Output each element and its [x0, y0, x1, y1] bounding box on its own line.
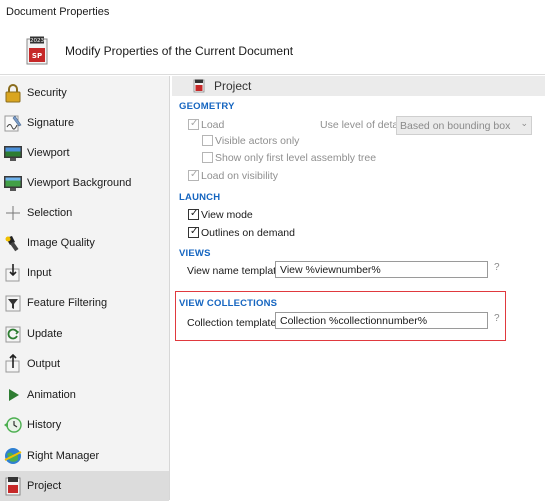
sidebar-item-feature-filtering[interactable]: Feature Filtering — [0, 288, 169, 318]
sidebar-item-label: Project — [27, 480, 62, 492]
sidebar-item-viewport[interactable]: Viewport — [0, 138, 169, 168]
sidebar-item-animation[interactable]: Animation — [0, 380, 169, 410]
collection-template-input[interactable]: Collection %collectionnumber% — [275, 312, 488, 329]
input-arrow-icon — [3, 263, 23, 283]
chevron-down-icon: ⌄ — [520, 118, 528, 128]
sidebar: Security Signature Viewport Viewport Bac… — [0, 76, 170, 501]
sidebar-item-project[interactable]: Project — [0, 471, 169, 501]
project-icon — [192, 79, 206, 93]
sidebar-item-label: Input — [27, 267, 52, 279]
signature-icon — [3, 113, 23, 133]
load-label: Load — [201, 119, 225, 131]
collection-template-help-icon[interactable]: ? — [494, 313, 500, 324]
panel-title: Project — [214, 79, 252, 93]
panel-header: Project — [172, 76, 545, 96]
crosshair-icon — [3, 203, 23, 223]
sidebar-item-selection[interactable]: Selection — [0, 198, 169, 228]
sidebar-item-label: Selection — [27, 207, 73, 219]
views-heading: VIEWS — [179, 248, 211, 259]
play-icon — [3, 385, 23, 405]
sidebar-item-viewport-background[interactable]: Viewport Background — [0, 168, 169, 198]
sidebar-item-label: Update — [27, 328, 63, 340]
padlock-icon — [3, 83, 23, 103]
filter-icon — [3, 293, 23, 313]
load-checkbox[interactable]: ✓ — [188, 118, 199, 130]
sidebar-item-label: Output — [27, 358, 61, 370]
dialog-heading: Modify Properties of the Current Documen… — [65, 44, 294, 58]
sidebar-item-label: History — [27, 419, 62, 431]
sidebar-item-label: Security — [27, 87, 67, 99]
visible-actors-label: Visible actors only — [215, 135, 300, 147]
load-on-visibility-label: Load on visibility — [201, 170, 279, 182]
collection-template-label: Collection template — [187, 317, 277, 329]
sidebar-item-security[interactable]: Security — [0, 78, 169, 108]
level-of-detail-value: Based on bounding box — [400, 120, 511, 132]
sidebar-item-signature[interactable]: Signature — [0, 108, 169, 138]
sidebar-item-label: Animation — [27, 389, 76, 401]
sidebar-item-label: Right Manager — [27, 450, 100, 462]
view-name-template-input[interactable]: View %viewnumber% — [275, 261, 488, 278]
sidebar-item-label: Feature Filtering — [27, 297, 108, 309]
sidebar-item-label: Viewport — [27, 147, 70, 159]
level-of-detail-select[interactable]: Based on bounding box ⌄ — [396, 116, 532, 135]
level-of-detail-label: Use level of detail — [320, 119, 403, 131]
outlines-checkbox[interactable]: ✓ — [188, 226, 199, 238]
load-on-visibility-checkbox[interactable]: ✓ — [188, 169, 199, 181]
view-collections-heading: VIEW COLLECTIONS — [179, 298, 278, 309]
sidebar-item-label: Signature — [27, 117, 75, 129]
flashlight-icon — [3, 233, 23, 253]
monitor-background-icon — [3, 173, 23, 193]
dialog-header: 2023 SP Modify Properties of the Current… — [0, 26, 545, 74]
monitor-icon — [3, 143, 23, 163]
globe-icon — [3, 446, 23, 466]
view-name-template-label: View name template — [187, 265, 282, 277]
output-arrow-icon — [3, 353, 23, 374]
outlines-label: Outlines on demand — [201, 227, 295, 239]
header-divider — [0, 74, 545, 75]
view-mode-checkbox[interactable]: ✓ — [188, 208, 199, 220]
sidebar-item-right-manager[interactable]: Right Manager — [0, 441, 169, 471]
svg-text:2023: 2023 — [30, 38, 44, 44]
sidebar-item-update[interactable]: Update — [0, 319, 169, 349]
first-level-checkbox[interactable] — [202, 152, 213, 163]
sidebar-item-image-quality[interactable]: Image Quality — [0, 228, 169, 258]
sidebar-item-input[interactable]: Input — [0, 258, 169, 288]
sidebar-item-history[interactable]: History — [0, 410, 169, 440]
visible-actors-checkbox[interactable] — [202, 135, 213, 146]
view-name-help-icon[interactable]: ? — [494, 262, 500, 273]
geometry-heading: GEOMETRY — [179, 101, 235, 112]
first-level-label: Show only first level assembly tree — [215, 152, 377, 164]
collection-template-value: Collection %collectionnumber% — [280, 315, 428, 327]
svg-text:SP: SP — [32, 52, 42, 60]
view-name-template-value: View %viewnumber% — [280, 264, 381, 276]
window-title: Document Properties — [6, 6, 110, 18]
update-icon — [3, 324, 23, 344]
project-icon — [3, 476, 23, 496]
sidebar-item-output[interactable]: Output — [0, 349, 169, 379]
launch-heading: LAUNCH — [179, 192, 221, 203]
view-mode-label: View mode — [201, 209, 253, 221]
sidebar-item-label: Viewport Background — [27, 177, 132, 189]
document-properties-icon: 2023 SP — [23, 36, 51, 66]
sidebar-item-label: Image Quality — [27, 237, 95, 249]
history-icon — [3, 415, 23, 435]
